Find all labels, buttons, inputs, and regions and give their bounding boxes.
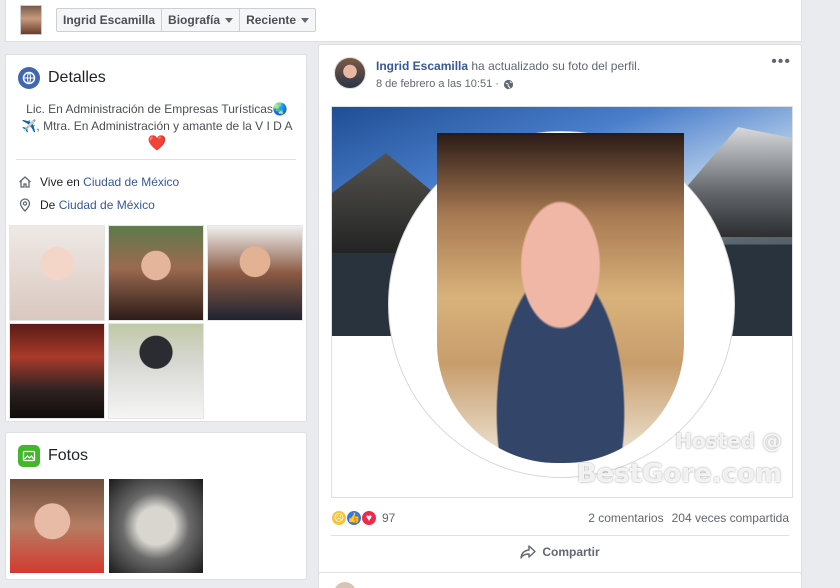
featured-photo[interactable] xyxy=(207,225,303,321)
next-post-avatar[interactable] xyxy=(334,582,356,588)
profile-photo xyxy=(437,133,684,463)
bio-line: ✈️, Mtra. En Administración y amante de … xyxy=(21,119,293,133)
reaction-count: 97 xyxy=(382,511,396,525)
shares-count-link[interactable]: 204 veces compartida xyxy=(672,511,789,525)
details-card: Detalles Lic. En Administración de Empre… xyxy=(5,54,307,422)
love-reaction-icon: ♥ xyxy=(361,510,377,526)
photo-thumbnail[interactable] xyxy=(10,479,104,573)
post-author-avatar[interactable] xyxy=(334,57,366,89)
like-reaction-icon: 👍 xyxy=(346,510,362,526)
next-post-card xyxy=(318,572,802,588)
profile-avatar[interactable] xyxy=(20,5,42,35)
from-text: De Ciudad de México xyxy=(40,198,155,212)
page-margin xyxy=(812,0,840,588)
post-options-icon[interactable]: ••• xyxy=(771,53,791,71)
lives-in-text: Vive en Ciudad de México xyxy=(40,175,180,189)
lives-in-row: Vive en Ciudad de México xyxy=(18,175,179,189)
globe-icon xyxy=(18,67,40,89)
photos-card: Fotos xyxy=(5,432,307,580)
from-link[interactable]: Ciudad de México xyxy=(59,198,155,212)
reactions-summary[interactable]: ☹ 👍 ♥ 97 xyxy=(331,510,395,526)
photos-icon xyxy=(18,445,40,467)
bio-text: Lic. En Administración de Empresas Turís… xyxy=(18,101,296,152)
breadcrumb-biografia-dropdown[interactable]: Biografía xyxy=(162,9,241,31)
bio-line: Lic. En Administración de Empresas Turís… xyxy=(26,102,288,116)
chevron-down-icon xyxy=(301,17,310,23)
featured-photo[interactable] xyxy=(108,225,204,321)
heart-emoji: ❤️ xyxy=(147,135,167,152)
details-header: Detalles xyxy=(18,67,106,89)
sad-reaction-icon: ☹ xyxy=(331,510,347,526)
share-arrow-icon xyxy=(520,545,537,559)
photos-title[interactable]: Fotos xyxy=(48,447,88,465)
featured-photos-grid xyxy=(9,225,305,419)
post-timestamp[interactable]: 8 de febrero a las 10:51 · xyxy=(376,78,499,90)
post-stats: 2 comentarios 204 veces compartida xyxy=(588,511,789,525)
comments-count-link[interactable]: 2 comentarios xyxy=(588,511,663,525)
photos-header: Fotos xyxy=(18,445,88,467)
post-timestamp-row: 8 de febrero a las 10:51 · xyxy=(376,78,514,90)
featured-photo[interactable] xyxy=(108,323,204,419)
home-icon xyxy=(19,176,31,188)
share-label: Compartir xyxy=(542,545,600,559)
divider xyxy=(331,535,789,536)
breadcrumb-profile-name[interactable]: Ingrid Escamilla xyxy=(57,9,163,31)
watermark-line: Hosted @ xyxy=(675,429,782,453)
divider xyxy=(16,159,296,160)
timeline-header: Ingrid Escamilla Biografía Reciente xyxy=(5,0,802,42)
photo-thumbnail[interactable] xyxy=(109,479,203,573)
from-row: De Ciudad de México xyxy=(18,198,155,212)
featured-photo[interactable] xyxy=(9,323,105,419)
share-button[interactable]: Compartir xyxy=(319,545,801,559)
breadcrumb: Ingrid Escamilla Biografía Reciente xyxy=(56,8,317,32)
featured-photo[interactable] xyxy=(9,225,105,321)
profile-photo-update[interactable]: Hosted @ BestGore.com xyxy=(331,106,793,498)
public-globe-icon[interactable] xyxy=(503,79,514,90)
post-action-text: ha actualizado su foto del perfil. xyxy=(468,59,641,73)
breadcrumb-reciente-dropdown[interactable]: Reciente xyxy=(240,9,315,31)
post-author-link[interactable]: Ingrid Escamilla xyxy=(376,59,468,73)
chevron-down-icon xyxy=(225,17,234,23)
watermark-line: BestGore.com xyxy=(576,459,782,489)
lives-in-link[interactable]: Ciudad de México xyxy=(83,175,179,189)
photos-strip xyxy=(10,479,203,573)
post-header: Ingrid Escamilla ha actualizado su foto … xyxy=(376,59,640,73)
post-card: Ingrid Escamilla ha actualizado su foto … xyxy=(318,44,802,580)
details-title: Detalles xyxy=(48,69,106,86)
location-pin-icon xyxy=(19,198,31,212)
